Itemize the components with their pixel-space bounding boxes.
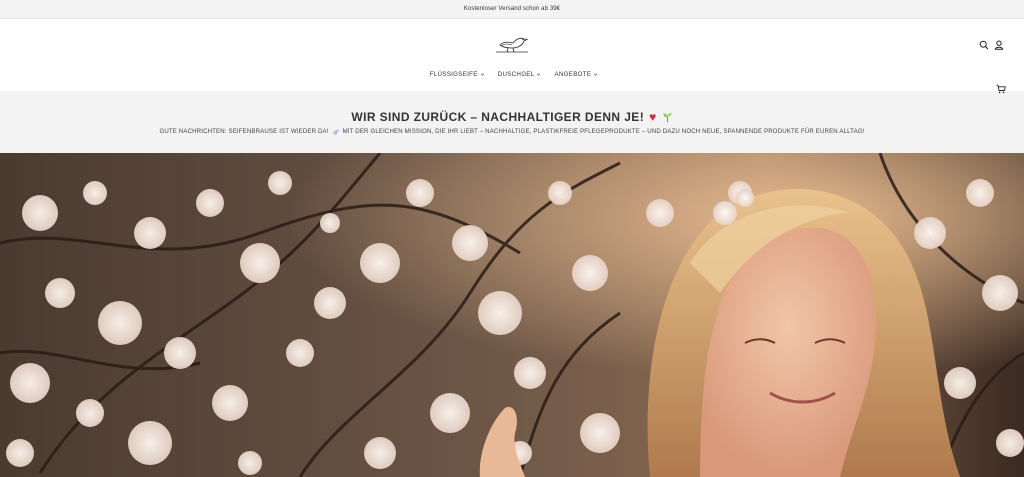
- seedling-icon: [662, 112, 673, 123]
- site-header: FLÜSSIGSEIFE DUSCHGEL ANGEBOTE: [0, 19, 1024, 94]
- main-nav: FLÜSSIGSEIFE DUSCHGEL ANGEBOTE: [0, 71, 1024, 78]
- account-button[interactable]: [994, 40, 1004, 50]
- cart-icon: [996, 84, 1006, 94]
- nav-item-label: ANGEBOTE: [554, 71, 592, 78]
- bubbles-icon: [333, 128, 339, 135]
- nav-item-angebote[interactable]: ANGEBOTE: [554, 71, 598, 78]
- banner-subtitle-part2: MIT DER GLEICHEN MISSION, DIE IHR LIEBT …: [342, 128, 865, 135]
- banner-title-text: WIR SIND ZURÜCK – NACHHALTIGER DENN JE!: [351, 110, 645, 124]
- nav-item-label: DUSCHGEL: [497, 71, 535, 78]
- banner-subtitle: GUTE NACHRICHTEN: SEIFENBRAUSE IST WIEDE…: [0, 128, 1024, 135]
- announcement-text: Kostenloser Versand schon ab 39€: [463, 6, 561, 12]
- nav-item-fluessigseife[interactable]: FLÜSSIGSEIFE: [430, 71, 485, 78]
- woman-with-cherry-blossoms-photo: [0, 153, 1024, 477]
- chevron-down-icon: [480, 72, 485, 77]
- heart-icon: ♥: [649, 110, 657, 124]
- chevron-down-icon: [536, 72, 541, 77]
- search-icon: [979, 40, 989, 50]
- nav-item-label: FLÜSSIGSEIFE: [429, 71, 478, 78]
- bird-logo-icon: [496, 37, 529, 53]
- chevron-down-icon: [593, 72, 598, 77]
- search-button[interactable]: [979, 40, 989, 50]
- cart-button[interactable]: [996, 84, 1006, 94]
- banner-subtitle-part1: GUTE NACHRICHTEN: SEIFENBRAUSE IST WIEDE…: [159, 128, 329, 135]
- announcement-bar: Kostenloser Versand schon ab 39€: [0, 0, 1024, 19]
- announcement-banner: WIR SIND ZURÜCK – NACHHALTIGER DENN JE! …: [0, 91, 1024, 153]
- banner-title: WIR SIND ZURÜCK – NACHHALTIGER DENN JE! …: [0, 110, 1024, 124]
- nav-item-duschgel[interactable]: DUSCHGEL: [498, 71, 542, 78]
- hero-image: [0, 153, 1024, 477]
- logo[interactable]: [494, 33, 530, 55]
- user-icon: [994, 40, 1004, 50]
